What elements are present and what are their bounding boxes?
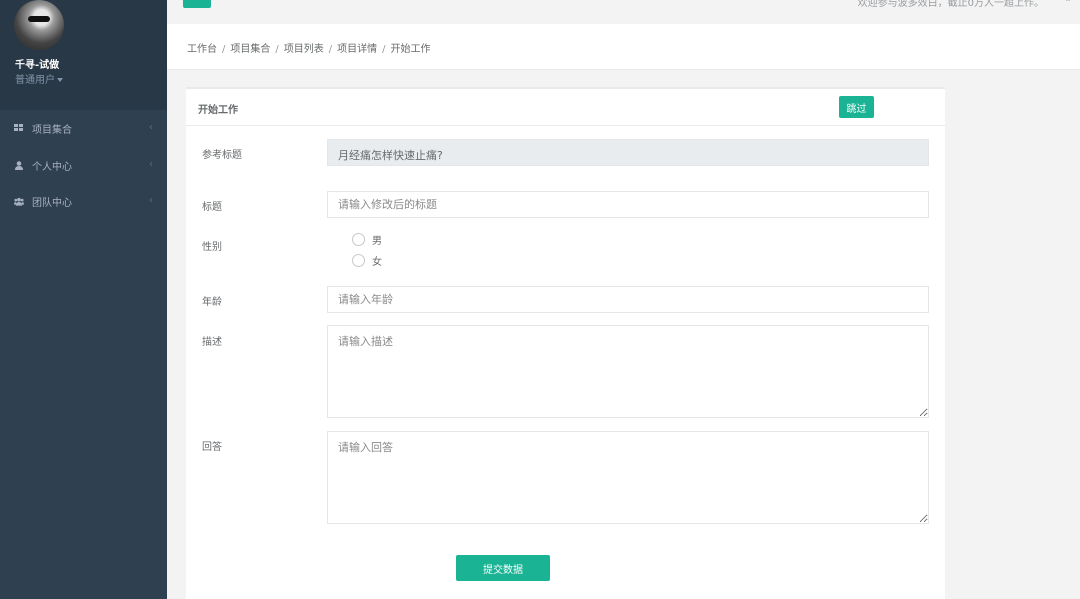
users-icon (14, 196, 24, 206)
radio-female[interactable] (352, 254, 365, 267)
title-input[interactable] (327, 191, 929, 218)
sidebar-item-label: 项目集合 (32, 124, 72, 136)
top-navbar: 欢迎参与波多效白，截止0万人一超上作。 ⇥ (167, 0, 1080, 24)
sidebar-item-label: 团队中心 (32, 197, 72, 209)
user-role-label: 普通用户 (15, 75, 55, 86)
breadcrumb: 工作台 / 项目集合 / 项目列表 / 项目详情 / 开始工作 (187, 44, 431, 55)
title-label: 标题 (202, 202, 222, 213)
sidebar-item-projects[interactable]: 项目集合 ‹ (0, 110, 167, 146)
breadcrumb-item[interactable]: 项目详情 (337, 44, 377, 55)
answer-label: 回答 (202, 442, 222, 453)
breadcrumb-current: 开始工作 (390, 44, 431, 55)
gender-option-female[interactable]: 女 (352, 253, 382, 268)
breadcrumb-bar: 工作台 / 项目集合 / 项目列表 / 项目详情 / 开始工作 (167, 24, 1080, 70)
age-label: 年龄 (202, 297, 222, 308)
breadcrumb-item[interactable]: 项目列表 (284, 44, 324, 55)
avatar[interactable] (14, 0, 64, 50)
breadcrumb-item[interactable]: 工作台 (187, 44, 217, 55)
submit-button[interactable]: 提交数据 (456, 555, 550, 581)
menu-toggle-button[interactable] (183, 0, 211, 8)
logout-icon[interactable]: ⇥ (1062, 0, 1070, 5)
sidebar-item-personal[interactable]: 个人中心 ‹ (0, 147, 167, 183)
gender-option-male[interactable]: 男 (352, 232, 382, 247)
gender-label: 性别 (202, 242, 222, 253)
gender-option-label: 男 (372, 236, 382, 247)
caret-down-icon (57, 78, 63, 82)
welcome-text: 欢迎参与波多效白，截止0万人一超上作。 (857, 0, 1044, 9)
age-input[interactable] (327, 286, 929, 313)
desc-label: 描述 (202, 337, 222, 348)
panel-header: 开始工作 跳过 (186, 89, 945, 126)
chevron-left-icon: ‹ (149, 159, 153, 170)
gender-option-label: 女 (372, 257, 382, 268)
ref-title-label: 参考标题 (202, 150, 242, 161)
sidebar: 千寻-试做 普通用户 项目集合 ‹ 个人中心 ‹ 团队中心 ‹ (0, 0, 167, 599)
grid-icon (14, 123, 24, 133)
skip-button[interactable]: 跳过 (839, 96, 874, 118)
chevron-left-icon: ‹ (149, 122, 153, 133)
chevron-left-icon: ‹ (149, 195, 153, 206)
desc-textarea[interactable] (327, 325, 929, 418)
breadcrumb-item[interactable]: 项目集合 (230, 44, 270, 55)
work-panel: 开始工作 跳过 参考标题 月经痛怎样快速止痛? 标题 性别 男 女 年龄 描述 … (186, 87, 945, 599)
user-role-dropdown[interactable]: 普通用户 (15, 71, 63, 86)
user-name: 千寻-试做 (15, 60, 60, 71)
sidebar-item-team[interactable]: 团队中心 ‹ (0, 183, 167, 219)
user-icon (14, 160, 24, 170)
panel-title: 开始工作 (198, 105, 238, 116)
sidebar-item-label: 个人中心 (32, 161, 72, 173)
answer-textarea[interactable] (327, 431, 929, 524)
ref-title-value: 月经痛怎样快速止痛? (327, 139, 929, 166)
profile-header: 千寻-试做 普通用户 (0, 0, 167, 110)
radio-male[interactable] (352, 233, 365, 246)
